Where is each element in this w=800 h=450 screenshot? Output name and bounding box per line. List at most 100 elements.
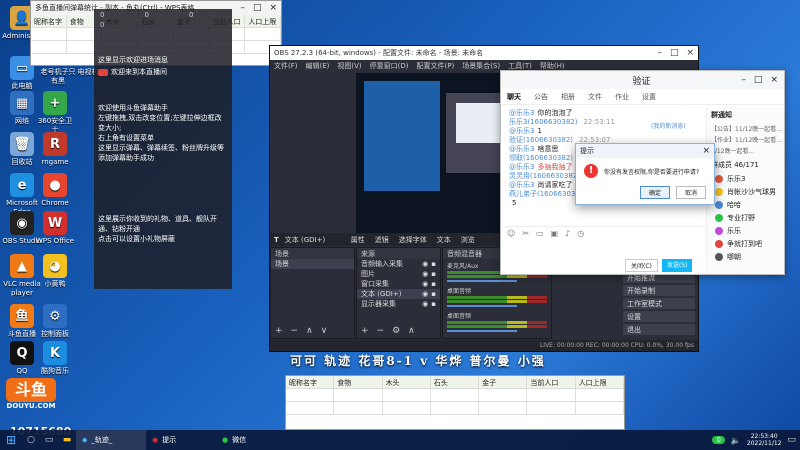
member-item[interactable]: 乐乐3 xyxy=(707,172,784,185)
menu-item[interactable]: 视图(V) xyxy=(337,61,361,71)
image-icon[interactable]: ▣ xyxy=(551,229,559,238)
taskbar-item[interactable]: ◆ _轨迹_ xyxy=(76,430,146,450)
column-header[interactable]: 昵称名字 xyxy=(31,15,67,27)
remove-icon[interactable]: − xyxy=(291,326,299,336)
volume-slider[interactable] xyxy=(447,280,517,282)
notice-line[interactable]: 【作业】11/12晚一起看... xyxy=(707,134,784,145)
qq-tab[interactable]: 相册 xyxy=(561,92,575,101)
down-icon[interactable]: ∨ xyxy=(321,326,328,336)
close-icon[interactable]: × xyxy=(770,75,778,85)
toolbar-button[interactable]: 浏览 xyxy=(461,235,475,245)
qq-tab[interactable]: 设置 xyxy=(642,92,656,101)
folder-icon[interactable]: ▬ xyxy=(58,435,76,445)
minimize-icon[interactable]: – xyxy=(657,48,662,58)
volume-icon[interactable]: 🔈 xyxy=(731,436,741,445)
obs-control-button[interactable]: 设置 xyxy=(623,311,695,322)
add-icon[interactable]: + xyxy=(361,326,369,336)
up-icon[interactable]: ∧ xyxy=(408,326,415,336)
emoji-icon[interactable]: ☺ xyxy=(507,229,515,238)
eye-icon[interactable]: ◉ xyxy=(422,260,428,268)
cancel-button[interactable]: 取消 xyxy=(675,186,706,199)
danmu-assistant-overlay[interactable]: 0 0 0 0 这里显示欢迎进场消息 欢迎来到本直播间 欢迎使用斗鱼弹幕助手 左键… xyxy=(94,9,232,289)
maximize-icon[interactable]: □ xyxy=(253,3,262,13)
obs-control-button[interactable]: 工作室模式 xyxy=(623,298,695,309)
source-item[interactable]: 音频输入采集 ◉ ▪ xyxy=(357,259,440,269)
obs-control-button[interactable]: 开始录制 xyxy=(623,285,695,296)
start-icon[interactable]: ⊞ xyxy=(0,430,22,450)
folder-icon[interactable]: ▭ xyxy=(536,229,544,238)
message-sender[interactable]: @乐乐3 xyxy=(509,163,534,171)
source-item[interactable]: 文本 (GDI+) ◉ ▪ xyxy=(357,289,440,299)
task-view-icon[interactable]: ▭ xyxy=(40,435,58,445)
send-button[interactable]: 发送(S) xyxy=(661,259,693,272)
mic-icon[interactable]: ♪ xyxy=(565,229,570,238)
minimize-icon[interactable]: – xyxy=(240,3,245,13)
source-item[interactable]: 显示器采集 ◉ ▪ xyxy=(357,299,440,309)
qq-tab[interactable]: 聊天 xyxy=(507,92,521,101)
volume-slider[interactable] xyxy=(447,330,517,332)
source-item[interactable]: 窗口采集 ◉ ▪ xyxy=(357,279,440,289)
menu-item[interactable]: 文件(F) xyxy=(274,61,298,71)
new-message-tag[interactable]: (我的新消息) xyxy=(651,121,686,130)
toolbar-button[interactable]: 文本 xyxy=(437,235,451,245)
maximize-icon[interactable]: □ xyxy=(754,75,763,85)
minimize-icon[interactable]: – xyxy=(741,75,746,85)
volume-slider[interactable] xyxy=(447,305,517,307)
desktop-icon[interactable]: +360安全卫士 xyxy=(35,91,75,135)
up-icon[interactable]: ∧ xyxy=(306,326,313,336)
eye-icon[interactable]: ◉ xyxy=(422,280,428,288)
message-sender[interactable]: @乐乐3 xyxy=(509,127,534,135)
column-header[interactable]: 石头 xyxy=(431,376,480,388)
message-sender[interactable]: 灵灵用(1606630382) xyxy=(509,172,580,180)
desktop-icon[interactable]: ● Chrome xyxy=(35,173,75,208)
notification-badge[interactable]: 0 xyxy=(712,436,725,444)
lock-icon[interactable]: ▪ xyxy=(431,270,436,278)
table-row[interactable] xyxy=(286,389,624,402)
desktop-icon[interactable]: W WPS Office xyxy=(35,211,75,246)
taskbar-item[interactable]: ◉ 提示 xyxy=(146,430,216,450)
column-header[interactable]: 人口上限 xyxy=(245,15,281,27)
notification-icon[interactable]: ▭ xyxy=(787,435,796,445)
taskbar-item[interactable]: ● 微信 xyxy=(216,430,286,450)
close-icon[interactable]: × xyxy=(686,48,694,58)
notice-line[interactable]: 1/12晚一起看... xyxy=(707,145,784,156)
eye-icon[interactable]: ◉ xyxy=(422,290,428,298)
gear-icon[interactable]: ⚙ xyxy=(392,326,400,336)
notice-line[interactable]: 【公告】11/12晚一起看... xyxy=(707,123,784,134)
qq-tab[interactable]: 作业 xyxy=(615,92,629,101)
clock[interactable]: 22:53:40 2022/11/12 xyxy=(747,433,782,447)
search-icon[interactable]: ○ xyxy=(22,435,40,445)
toolbar-button[interactable]: 选择字体 xyxy=(399,235,427,245)
column-header[interactable]: 食物 xyxy=(334,376,383,388)
maximize-icon[interactable]: □ xyxy=(670,48,679,58)
member-item[interactable]: 争就打到吧 xyxy=(707,237,784,250)
menu-item[interactable]: 配置文件(P) xyxy=(417,61,455,71)
close-icon[interactable]: × xyxy=(702,146,710,156)
column-header[interactable]: 金子 xyxy=(479,376,528,388)
qq-tab[interactable]: 文件 xyxy=(588,92,602,101)
column-header[interactable]: 人口上限 xyxy=(576,376,624,388)
menu-item[interactable]: 停靠窗口(D) xyxy=(370,61,409,71)
add-icon[interactable]: + xyxy=(275,326,283,336)
toolbar-button[interactable]: 滤镜 xyxy=(375,235,389,245)
column-header[interactable]: 木头 xyxy=(383,376,431,388)
obs-control-button[interactable]: 退出 xyxy=(623,324,695,335)
table-row[interactable] xyxy=(286,402,624,415)
message-sender[interactable]: @乐乐3 xyxy=(509,181,534,189)
column-header[interactable]: 当前人口 xyxy=(527,376,576,388)
member-item[interactable]: 肖帐沙沙气球男 xyxy=(707,185,784,198)
member-item[interactable]: 乐乐 xyxy=(707,224,784,237)
scene-item[interactable]: 场景 xyxy=(271,259,354,269)
source-item[interactable]: 图片 ◉ ▪ xyxy=(357,269,440,279)
column-header[interactable]: 昵称名字 xyxy=(286,376,335,388)
message-sender[interactable]: @乐乐3 xyxy=(509,109,534,117)
ok-button[interactable]: 确定 xyxy=(639,186,670,199)
remove-icon[interactable]: − xyxy=(377,326,385,336)
lock-icon[interactable]: ▪ xyxy=(431,280,436,288)
member-item[interactable]: 哪朝 xyxy=(707,250,784,263)
history-icon[interactable]: ◷ xyxy=(577,229,584,238)
message-sender[interactable]: 领取(1606630382) xyxy=(509,154,573,162)
message-sender[interactable]: @乐乐3 xyxy=(509,145,534,153)
desktop-icon[interactable]: Rrngame xyxy=(35,132,75,167)
message-sender[interactable]: 乐乐3(1606630382) xyxy=(509,118,577,126)
